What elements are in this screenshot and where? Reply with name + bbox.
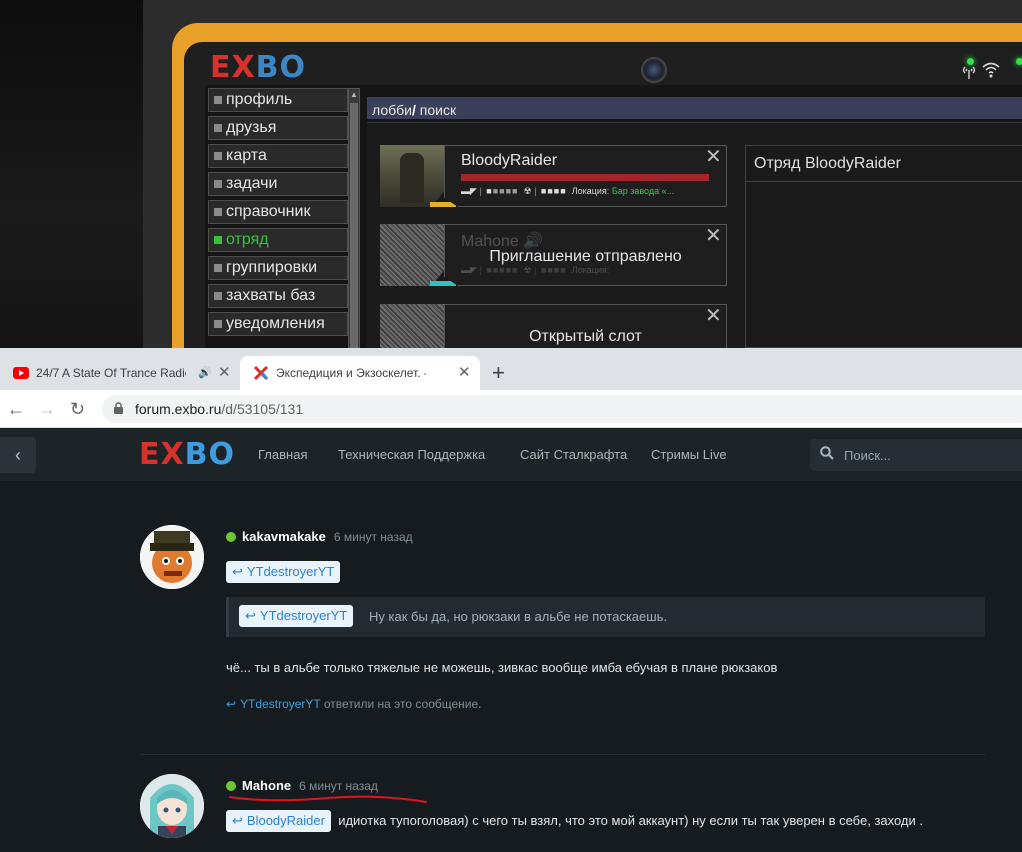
antenna-icon [962,66,976,79]
member-location: Бар завода «... [611,186,675,196]
menu-item-map[interactable]: карта [208,144,348,168]
pda-logo: EXBO [210,50,307,85]
breadcrumb-search[interactable]: поиск [420,102,456,118]
game-screenshot: EXBO профиль друзья карта задачи справоч… [0,0,1022,348]
user-mention[interactable]: ↩ YTdestroyerYT [239,605,354,627]
forum-discussion: kakavmakake 6 минут назад ↩ YTdestroyerYT … [0,481,1022,852]
scroll-thumb[interactable] [350,103,358,348]
member-name: BloodyRaider [461,152,558,169]
post-mention: ↩ YTdestroyerYT [226,561,341,583]
tab-asot-radio[interactable]: 24/7 A State Of Trance Radio 🔊 ✕ [0,356,240,390]
user-mention[interactable]: ↩ BloodyRaider [226,810,331,832]
menu-item-notifications[interactable]: уведомления [208,312,348,336]
forward-button[interactable]: → [38,398,56,420]
search-box[interactable] [810,439,1022,471]
screenshot: EXBO профиль друзья карта задачи справоч… [0,0,1022,852]
tab-exbo-forum[interactable]: Экспедиция и Экзоскелет. - EXBO ✕ [240,356,480,390]
member-avatar [380,224,444,286]
exbo-icon [253,366,269,380]
audio-playing-icon[interactable]: 🔊 [198,356,212,390]
close-icon[interactable]: ✕ [705,147,722,167]
squad-slot: Mahone 🔊 ✕ ▬◤ | ■■■■■ ☢ | ■■■■ Локация: … [380,224,727,286]
youtube-icon [13,367,29,379]
forum-logo[interactable]: EXBO [139,438,235,472]
squad-title: Отряд BloodyRaider [754,155,901,172]
reply-icon: ↩ [232,813,243,828]
replies-summary: ↩ YTdestroyerYT ответили на это сообщение… [226,697,482,711]
menu-item-profile[interactable]: профиль [208,88,348,112]
breadcrumb-lobby[interactable]: лобби [372,102,412,118]
camera-icon [641,57,667,83]
menu-item-base-captures[interactable]: захваты баз [208,284,348,308]
reload-button[interactable]: ↻ [70,398,85,420]
url-text[interactable]: forum.exbo.ru/d/53105/131 [135,395,303,423]
invite-sent-text: Приглашение отправлено [489,248,682,265]
lock-icon[interactable] [114,402,123,414]
user-mention[interactable]: ↩ YTdestroyerYT [226,561,341,583]
menu-item-handbook[interactable]: справочник [208,200,348,224]
nav-streams-live[interactable]: Стримы Live [651,429,727,481]
nav-home[interactable]: Главная [258,429,307,481]
close-tab-icon[interactable]: ✕ [458,356,471,390]
post-author[interactable]: kakavmakake [242,529,326,544]
member-avatar [380,145,444,207]
online-indicator [226,532,236,542]
member-avatar [380,304,444,348]
tab-strip: 24/7 A State Of Trance Radio 🔊 ✕ Экспеди… [0,348,1022,390]
breadcrumb: лобби/ поиск [367,97,1022,119]
close-icon[interactable]: ✕ [705,226,722,246]
post-header: kakavmakake 6 минут назад [226,529,413,544]
post-divider [140,754,985,755]
member-stats: ▬◤ | ■■■■■ ☢ | ■■■■ Локация: Бар завода … [461,186,675,196]
reply-icon: ↩ [232,564,243,579]
annotation-underline [229,795,427,803]
back-button[interactable]: ← [7,398,25,420]
breadcrumb-separator: / [411,102,416,118]
weapon-icon: ▬◤ [461,186,477,196]
menu-item-tasks[interactable]: задачи [208,172,348,196]
member-stats: ▬◤ | ■■■■■ ☢ | ■■■■ Локация: [461,265,610,275]
new-tab-button[interactable]: + [492,356,505,390]
quote-text: Ну как бы да, но рюкзаки в альбе не пота… [369,609,668,624]
reply-author[interactable]: YTdestroyerYT [240,697,320,711]
address-bar[interactable]: forum.exbo.ru/d/53105/131 [102,395,1022,423]
squad-slot-open[interactable]: ✕ Открытый слот [380,304,727,348]
pda-menu: профиль друзья карта задачи справочник о… [208,88,348,340]
scroll-up-icon[interactable]: ▲ [349,89,359,101]
health-bar [461,174,709,181]
user-avatar[interactable] [140,525,204,589]
menu-item-factions[interactable]: группировки [208,256,348,280]
post-body: ↩ BloodyRaider идиотка тупоголовая) с чег… [226,810,923,832]
nav-tech-support[interactable]: Техническая Поддержка [338,429,485,481]
menu-scrollbar[interactable]: ▲ [348,88,360,348]
status-led [1016,58,1022,65]
forum-back-button[interactable]: ‹ [0,437,36,473]
radiation-icon: ☢ [523,186,532,196]
menu-item-friends[interactable]: друзья [208,116,348,140]
nav-stalcraft-site[interactable]: Сайт Сталкрафта [520,429,627,481]
squad-panel: Отряд BloodyRaider [745,145,1022,348]
post-quote: ↩ YTdestroyerYT Ну как бы да, но рюкзаки … [226,597,985,637]
close-icon[interactable]: ✕ [705,306,722,326]
post-time[interactable]: 6 минут назад [334,530,413,544]
browser-toolbar: ← → ↻ forum.exbo.ru/d/53105/131 [0,390,1022,428]
squad-slot: BloodyRaider ✕ ▬◤ | ■■■■■ ☢ | ■■■■ Локац… [380,145,727,207]
user-avatar[interactable] [140,774,204,838]
post-body: чё... ты в альбе только тяжелые не можеш… [226,660,778,675]
open-slot-text: Открытый слот [529,328,642,345]
menu-item-squad[interactable]: отряд [208,228,348,252]
wifi-icon [982,62,1000,78]
forum-header: ‹ EXBO Главная Техническая Поддержка Сай… [0,429,1022,481]
reply-icon: ↩ [226,697,237,711]
search-input[interactable] [844,439,1014,471]
close-tab-icon[interactable]: ✕ [218,356,231,390]
reply-icon: ↩ [245,608,256,623]
search-icon [820,446,834,460]
